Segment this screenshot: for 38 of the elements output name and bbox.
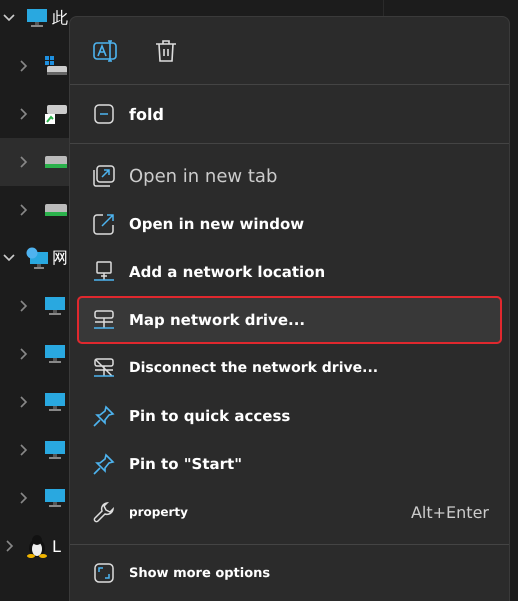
expand-icon [93, 562, 115, 584]
menu-item[interactable]: Open in new window [77, 200, 502, 248]
tree-label[interactable]: 网 [52, 248, 68, 268]
collapse-icon [93, 103, 115, 126]
drive-icon [44, 154, 68, 170]
wrench-icon [93, 501, 115, 524]
drivewin-icon [44, 55, 68, 77]
network-drive-icon [93, 309, 115, 332]
open-tab-icon [93, 165, 115, 188]
tree-label[interactable]: L [52, 536, 61, 556]
pin-icon [93, 453, 115, 476]
monitor-icon [44, 392, 66, 412]
rename-icon[interactable] [93, 38, 119, 63]
menu-item[interactable]: Open in new tab [77, 152, 502, 200]
new-window-icon [93, 213, 115, 236]
drive-icon [44, 202, 68, 218]
menu-item[interactable]: Pin to quick access [77, 392, 502, 440]
show-more-item[interactable]: Show more options [77, 545, 502, 601]
menu-item[interactable]: Add a network location [77, 248, 502, 296]
penguin-icon [26, 534, 48, 558]
menu-item[interactable]: Map network drive... [77, 296, 502, 344]
delete-icon[interactable] [155, 38, 177, 63]
tree-label[interactable]: 此 [52, 8, 68, 28]
monitor-icon [44, 440, 66, 460]
fold-item[interactable]: fold [77, 85, 502, 144]
menu-item[interactable]: Disconnect the network drive... [77, 344, 502, 392]
monitor-icon [44, 488, 66, 508]
network-location-icon [93, 261, 115, 284]
menu-item[interactable]: property Alt+Enter [77, 488, 502, 536]
monitor-icon [44, 344, 66, 364]
network-icon [26, 247, 48, 269]
driveshare-icon [44, 103, 68, 125]
disconnect-drive-icon [93, 357, 115, 380]
monitor-icon [26, 8, 48, 28]
menu-item[interactable]: Pin to "Start" [77, 440, 502, 488]
shortcut-text: Alt+Enter [410, 502, 489, 522]
pin-icon [93, 405, 115, 428]
monitor-icon [44, 296, 66, 316]
